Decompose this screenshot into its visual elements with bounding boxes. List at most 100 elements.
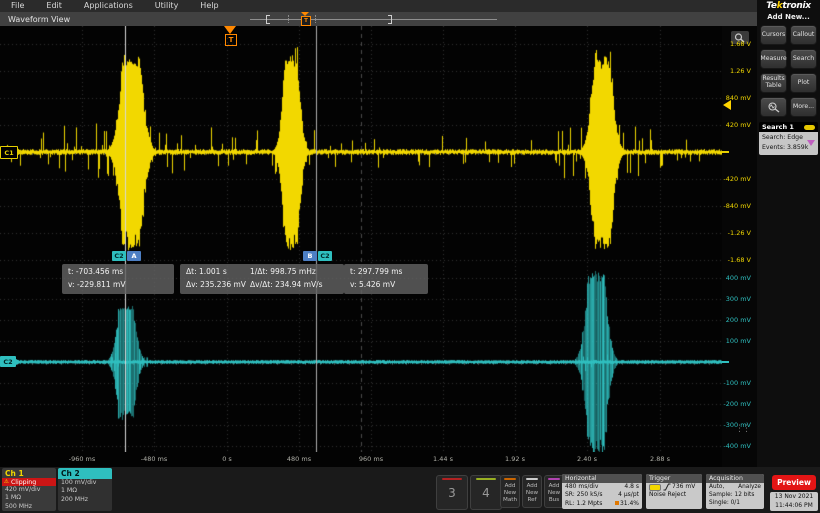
plot-button[interactable]: Plot — [790, 73, 817, 93]
sidebar-button-grid: Cursors Callout Measure Search Results T… — [760, 25, 817, 117]
acquisition-sample: Sample: 12 bits — [709, 491, 754, 499]
ch2-badge-title: Ch 2 — [58, 468, 112, 479]
minimap-right-bracket[interactable] — [388, 15, 392, 24]
cursor-a-readout: t: -703.456 ms v: -229.811 mV — [62, 264, 174, 294]
volt-axis-tick: -420 mV — [723, 175, 751, 183]
acquisition-analyze: Analyze — [738, 483, 761, 491]
add-new-bus-button[interactable]: Add New Bus — [544, 475, 564, 508]
results-table-button[interactable]: Results Table — [760, 73, 787, 93]
menu-file[interactable]: File — [0, 0, 35, 12]
time-axis-tick: 2.40 s — [577, 455, 597, 463]
bottom-badge-bar: Ch 1 ⚠Clipping 420 mV/div 1 MΩ 500 MHz C… — [0, 467, 820, 513]
volt-axis-tick: -400 mV — [723, 442, 751, 450]
ch1-scale: 420 mV/div — [2, 486, 56, 494]
trigger-level: 736 mV — [672, 483, 695, 491]
trigger-panel[interactable]: Trigger 736 mV Noise Reject — [646, 474, 702, 509]
add-new-math-button[interactable]: Add New Math — [500, 475, 520, 508]
ch1-ground-marker-tail — [18, 149, 23, 155]
time-axis-tick: 1.92 s — [505, 455, 525, 463]
volt-axis-tick: 420 mV — [726, 121, 751, 129]
record-length: RL: 1.2 Mpts — [565, 500, 602, 508]
time: 11:44:06 PM — [770, 502, 818, 511]
ch3-badge[interactable]: 3 — [436, 475, 468, 510]
menu-utility[interactable]: Utility — [144, 0, 190, 12]
datetime-display[interactable]: 13 Nov 2021 11:44:06 PM — [770, 492, 818, 511]
cursor-b-readout: t: 297.799 ms v: 5.426 mV — [344, 264, 428, 294]
acquisition-single: Single: 0/1 — [709, 499, 740, 507]
waveform-magnifier-icon — [767, 102, 781, 113]
delta-v: Δv: 235.236 mV — [186, 279, 250, 292]
trigger-position-marker[interactable]: T — [225, 34, 237, 46]
volt-axis-tick: 300 mV — [726, 295, 751, 303]
ch1-badge-title: Ch 1 — [2, 468, 56, 478]
ch1-clipping-warning: ⚠Clipping — [2, 478, 56, 486]
ch2-impedance: 1 MΩ — [58, 487, 112, 495]
ch4-badge[interactable]: 4 — [470, 475, 502, 510]
ch2-badge[interactable]: Ch 2 100 mV/div 1 MΩ 200 MHz — [58, 468, 112, 511]
ref-color-stripe — [526, 478, 538, 480]
horizontal-panel[interactable]: Horizontal 480 ms/div4.8 s SR: 250 kS/s4… — [562, 474, 642, 509]
ch4-color-stripe — [476, 478, 496, 480]
acquisition-title: Acquisition — [706, 474, 764, 483]
ch1-impedance: 1 MΩ — [2, 494, 56, 502]
search-button[interactable]: Search — [790, 49, 817, 69]
measure-button[interactable]: Measure — [760, 49, 787, 69]
date: 13 Nov 2021 — [770, 493, 818, 502]
horizontal-scale: 480 ms/div — [565, 483, 598, 491]
add-new-ref-button[interactable]: Add New Ref — [522, 475, 542, 508]
cursor-b-voltage: v: 5.426 mV — [350, 279, 422, 292]
menu-applications[interactable]: Applications — [73, 0, 144, 12]
cursor-delta-readout: Δt: 1.001 s 1/Δt: 998.75 mHz Δv: 235.236… — [180, 264, 344, 294]
search1-title: Search 1 — [762, 123, 794, 131]
ch2-ground-marker[interactable]: C2 — [0, 356, 16, 367]
trigger-position: 31.4% — [615, 500, 639, 508]
minimap-left-bracket[interactable] — [266, 15, 270, 24]
sample-rate: SR: 250 kS/s — [565, 491, 603, 499]
volt-axis-tick: -100 mV — [723, 379, 751, 387]
horizontal-title: Horizontal — [562, 474, 642, 483]
bus-color-stripe — [548, 478, 560, 480]
waveform-zoom-button[interactable] — [760, 97, 787, 117]
menu-help[interactable]: Help — [189, 0, 229, 12]
tab-waveform-view[interactable]: Waveform View — [8, 15, 70, 24]
minimap-trigger-handle[interactable]: T — [301, 16, 311, 26]
trigger-source-pill — [649, 484, 661, 491]
preview-button[interactable]: Preview — [772, 475, 816, 490]
ch1-zero-tick — [722, 151, 729, 153]
time-axis-tick: 960 ms — [359, 455, 383, 463]
ch2-zero-tick — [722, 361, 729, 363]
position-marker-icon — [615, 501, 619, 505]
cursor-b-handle[interactable]: B — [303, 251, 317, 261]
rising-edge-icon — [663, 483, 671, 491]
ch1-ground-marker[interactable]: C1 — [0, 146, 18, 159]
callout-button[interactable]: Callout — [790, 25, 817, 45]
math-color-stripe — [504, 478, 516, 480]
cursor-a-badges: C2 A — [112, 251, 141, 261]
delta-v-over-t: Δv/Δt: 234.94 mV/s — [250, 279, 323, 292]
volt-axis-tick: 100 mV — [726, 337, 751, 345]
cursors-button[interactable]: Cursors — [760, 25, 787, 45]
trigger-title: Trigger — [646, 474, 702, 483]
ch2-bandwidth: 200 MHz — [58, 496, 112, 504]
cursor-b-badges: B C2 — [303, 251, 332, 261]
delta-t: Δt: 1.001 s — [186, 266, 250, 279]
time-axis-labels: -960 ms-480 ms0 s480 ms960 ms1.44 s1.92 … — [0, 452, 722, 467]
search1-expand-icon[interactable] — [807, 140, 815, 146]
cursor-b-source-badge[interactable]: C2 — [318, 251, 332, 261]
more-button[interactable]: More... — [790, 97, 817, 117]
search1-result-badge[interactable]: Search 1 Search: Edge Events: 3.859k — [759, 122, 818, 155]
time-axis-tick: -480 ms — [141, 455, 168, 463]
volt-axis-tick: 1.26 V — [730, 67, 751, 75]
menu-edit[interactable]: Edit — [35, 0, 73, 12]
volt-axis-tick: 200 mV — [726, 316, 751, 324]
warning-icon: ⚠ — [4, 479, 9, 485]
ch1-badge[interactable]: Ch 1 ⚠Clipping 420 mV/div 1 MΩ 500 MHz — [2, 468, 56, 511]
cursor-a-source-badge[interactable]: C2 — [112, 251, 126, 261]
cursor-a-handle[interactable]: A — [127, 251, 141, 261]
time-axis-tick: 2.88 s — [650, 455, 670, 463]
acquisition-panel[interactable]: Acquisition Auto,Analyze Sample: 12 bits… — [706, 474, 764, 509]
ch2-scale: 100 mV/div — [58, 479, 112, 487]
volt-axis-tick: -1.68 V — [728, 256, 751, 264]
waveform-canvas[interactable] — [0, 26, 722, 452]
vertical-scale-column: ⋮⋮ 1.68 V1.26 V840 mV420 mV-420 mV-840 m… — [722, 26, 757, 467]
